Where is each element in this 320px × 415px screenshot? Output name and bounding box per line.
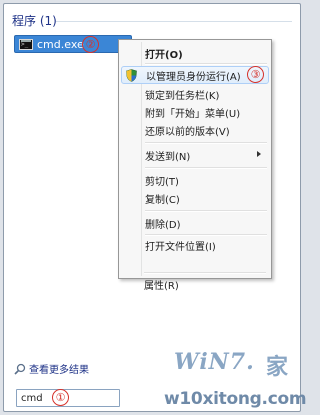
uac-shield-icon [126, 69, 137, 82]
menu-item-cut[interactable]: 剪切(T) [121, 171, 269, 189]
menu-item-send-to[interactable]: 发送到(N) [121, 146, 269, 164]
logo-suffix: 家 [266, 355, 289, 380]
context-menu: 打开(O) 以管理员身份运行(A) ③ 锁定到任务栏(K) 附到「开始」菜单(U… [118, 39, 272, 279]
menu-item-label: 发送到(N) [145, 151, 191, 163]
menu-item-label: 锁定到任务栏(K) [145, 90, 220, 102]
step-marker-3: ③ [247, 66, 264, 83]
menu-separator [145, 234, 267, 236]
menu-item-label: 打开(O) [145, 49, 183, 61]
win7-logo: WiN7. 家 [174, 349, 302, 383]
menu-item-restore-versions[interactable]: 还原以前的版本(V) [121, 121, 269, 139]
cmd-icon [19, 38, 33, 50]
menu-item-copy[interactable]: 复制(C) [121, 189, 269, 207]
see-more-results-link[interactable]: 查看更多结果 [14, 361, 89, 376]
step-marker-2: ② [82, 36, 99, 53]
menu-item-pin-taskbar[interactable]: 锁定到任务栏(K) [121, 85, 269, 103]
menu-item-label: 复制(C) [145, 194, 180, 206]
menu-separator [144, 272, 266, 274]
menu-separator [145, 63, 267, 65]
menu-item-pin-start[interactable]: 附到「开始」菜单(U) [121, 103, 269, 121]
programs-group-header: 程序 (1) [12, 14, 57, 28]
search-result-cmd[interactable]: cmd.exe [14, 35, 132, 53]
header-divider [56, 21, 292, 22]
menu-item-open-file-location[interactable]: 打开文件位置(I) [121, 236, 269, 254]
menu-separator [145, 210, 267, 212]
step-marker-1: ① [52, 389, 69, 406]
search-result-label: cmd.exe [37, 37, 84, 51]
menu-item-label: 打开文件位置(I) [145, 241, 216, 253]
site-watermark: w10xitong.com [164, 389, 307, 409]
menu-item-open[interactable]: 打开(O) [121, 44, 269, 62]
logo-text: WiN7. [174, 349, 255, 375]
menu-item-label: 剪切(T) [145, 176, 179, 188]
menu-separator [145, 142, 267, 144]
search-icon [14, 363, 26, 375]
menu-separator [145, 167, 267, 169]
menu-item-properties[interactable]: 属性(R) [120, 275, 268, 293]
menu-item-delete[interactable]: 删除(D) [121, 214, 269, 232]
submenu-arrow-icon [257, 151, 261, 157]
menu-item-label: 还原以前的版本(V) [145, 126, 230, 138]
see-more-results-label: 查看更多结果 [29, 365, 89, 376]
menu-item-label: 附到「开始」菜单(U) [145, 108, 241, 120]
menu-item-label: 属性(R) [144, 280, 179, 292]
menu-item-label: 删除(D) [145, 219, 181, 231]
menu-item-label: 以管理员身份运行(A) [146, 71, 241, 83]
